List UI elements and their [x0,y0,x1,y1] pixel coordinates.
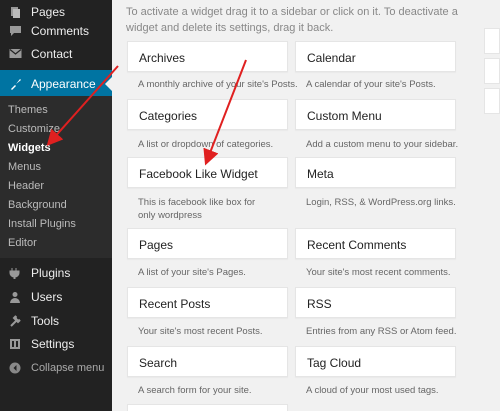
sidebar-item-label: Settings [31,336,75,351]
widget-title: RSS [307,297,332,311]
widget-title: Search [139,356,178,370]
widget-description: A monthly archive of your site's Posts. [138,79,298,90]
submenu-widgets[interactable]: Widgets [8,142,51,154]
widget-title: Custom Menu [307,109,382,123]
widget-facebook-like[interactable]: Facebook Like Widget [127,157,288,188]
widget-description: A list or dropdown of categories. [138,139,274,150]
sidebar-item-comments[interactable]: Comments [0,19,112,42]
sidebar-item-contact[interactable]: Contact [0,42,112,65]
widget-title: Meta [307,167,334,181]
users-icon [8,290,22,304]
sidebar-item-tools[interactable]: Tools [0,309,112,332]
widget-title: Categories [139,109,198,123]
widget-title: Tag Cloud [307,356,362,370]
widget-meta[interactable]: Meta [295,157,456,188]
widgets-instructions: To activate a widget drag it to a sideba… [126,6,458,34]
widget-description: Your site's most recent Posts. [138,326,263,337]
sidebar-item-settings[interactable]: Settings [0,332,112,355]
widget-pages[interactable]: Pages [127,228,288,259]
sidebar-item-plugins[interactable]: Plugins [0,261,112,284]
sidebar-item-appearance[interactable]: Appearance [0,70,112,98]
widget-recent-posts[interactable]: Recent Posts [127,287,288,318]
appearance-submenu: Themes Customize Widgets Menus Header Ba… [0,96,112,258]
submenu-customize[interactable]: Customize [8,123,60,135]
sidebar-dropzone[interactable] [484,28,500,54]
widget-archives[interactable]: Archives [127,41,288,72]
sidebar-item-label: Tools [31,313,60,328]
widgets-area: To activate a widget drag it to a sideba… [112,0,500,411]
widget-partial[interactable] [127,404,288,411]
sidebar-item-label: Users [31,289,63,304]
widget-title: Archives [139,51,186,65]
sidebar-item-label: Pages [31,4,66,19]
tools-icon [8,314,22,328]
submenu-background[interactable]: Background [8,199,67,211]
sidebar-item-users[interactable]: Users [0,285,112,308]
widget-description: A list of your site's Pages. [138,267,246,278]
contact-icon [8,47,22,61]
submenu-themes[interactable]: Themes [8,104,48,116]
sidebar-item-label: Appearance [31,77,96,91]
submenu-header[interactable]: Header [8,180,44,192]
widget-title: Calendar [307,51,356,65]
sidebar-item-label: Plugins [31,265,71,280]
sidebar-item-label: Comments [31,23,90,38]
sidebar-item-label: Collapse menu [31,361,105,374]
sidebar-dropzone[interactable] [484,88,500,114]
widget-description: Add a custom menu to your sidebar. [306,139,459,150]
submenu-install-plugins[interactable]: Install Plugins [8,218,76,230]
settings-icon [8,337,22,351]
widget-description: Entries from any RSS or Atom feed. [306,326,457,337]
widget-description: A search form for your site. [138,385,252,396]
widget-title: Pages [139,238,174,252]
plugins-icon [8,266,22,280]
comments-icon [8,24,22,38]
widget-title: Recent Posts [139,297,211,311]
appearance-icon [8,77,22,91]
submenu-editor[interactable]: Editor [8,237,37,249]
submenu-menus[interactable]: Menus [8,161,41,173]
widget-categories[interactable]: Categories [127,99,288,130]
widget-search[interactable]: Search [127,346,288,377]
collapse-icon [8,361,22,375]
widget-title: Recent Comments [307,238,407,252]
widget-description: Your site's most recent comments. [306,267,451,278]
widget-calendar[interactable]: Calendar [295,41,456,72]
widget-description: Login, RSS, & WordPress.org links. [306,197,456,208]
widget-description: A cloud of your most used tags. [306,385,439,396]
widget-recent-comments[interactable]: Recent Comments [295,228,456,259]
sidebar-dropzone[interactable] [484,58,500,84]
collapse-menu-button[interactable]: Collapse menu [0,356,112,379]
widget-custom-menu[interactable]: Custom Menu [295,99,456,130]
widget-rss[interactable]: RSS [295,287,456,318]
widget-title: Facebook Like Widget [139,167,258,181]
widget-description: This is facebook like box for only wordp… [138,197,256,221]
sidebar-item-label: Contact [31,46,73,61]
admin-sidebar: Pages Comments Contact Appearance Themes… [0,0,112,411]
widget-description: A calendar of your site's Posts. [306,79,436,90]
pages-icon [8,5,22,19]
widget-tag-cloud[interactable]: Tag Cloud [295,346,456,377]
